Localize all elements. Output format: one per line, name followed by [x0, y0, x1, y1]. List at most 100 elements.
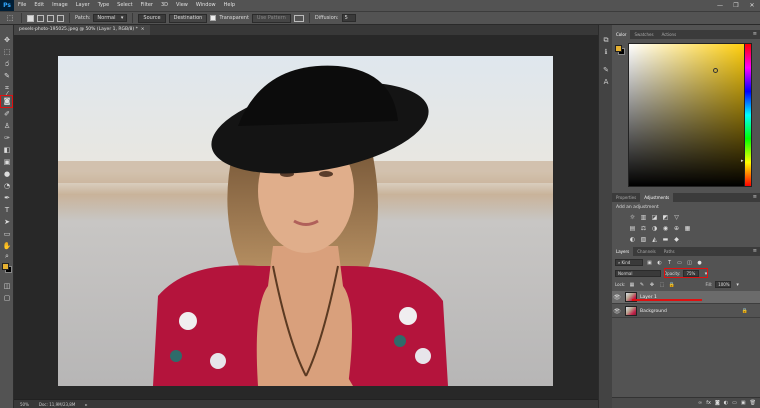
layer-row-background[interactable]: 👁 Background 🔒 [612, 305, 760, 318]
posterize-icon[interactable]: ▧ [639, 235, 648, 243]
lock-pixels-icon[interactable]: ✎ [638, 281, 645, 288]
hue-saturation-icon[interactable]: ▤ [628, 224, 637, 232]
layer-row-layer-1[interactable]: 👁 Layer 1 [612, 291, 760, 304]
type-tool-icon[interactable]: T [2, 205, 12, 215]
filter-type-icon[interactable]: T [666, 259, 673, 266]
blur-tool-icon[interactable]: ● [2, 169, 12, 179]
menu-window[interactable]: Window [192, 0, 220, 11]
tab-paths[interactable]: Paths [660, 247, 679, 256]
link-layers-icon[interactable]: ∞ [698, 400, 702, 406]
minimize-button[interactable]: — [712, 0, 728, 11]
shape-tool-icon[interactable]: ▭ [2, 229, 12, 239]
patch-mode-select[interactable]: Normal ▾ [93, 14, 128, 22]
canvas-area[interactable] [14, 35, 598, 399]
diffusion-input[interactable]: 5 [341, 14, 356, 22]
menu-file[interactable]: File [14, 0, 30, 11]
subtract-selection-icon[interactable] [47, 14, 54, 22]
color-picker-cursor[interactable] [713, 68, 718, 73]
brush-settings-icon[interactable]: ✎ [601, 65, 611, 75]
channel-mixer-icon[interactable]: ⊕ [672, 224, 681, 232]
character-icon[interactable]: A [601, 77, 611, 87]
threshold-icon[interactable]: ◭ [650, 235, 659, 243]
path-select-tool-icon[interactable]: ➤ [2, 217, 12, 227]
menu-type[interactable]: Type [94, 0, 113, 11]
patch-tool-preset-icon[interactable]: ⬚ [4, 13, 16, 23]
foreground-color-swatch[interactable] [2, 263, 9, 270]
menu-select[interactable]: Select [113, 0, 136, 11]
color-lookup-icon[interactable]: ▦ [683, 224, 692, 232]
menu-help[interactable]: Help [220, 0, 239, 11]
brush-tool-icon[interactable]: ✐ [2, 109, 12, 119]
lock-all-icon[interactable]: 🔒 [668, 281, 675, 288]
use-pattern-button[interactable]: Use Pattern [251, 13, 291, 23]
hue-slider-handle-icon[interactable]: ▸ [741, 158, 744, 164]
adjustment-layer-icon[interactable]: ◐ [724, 400, 728, 406]
gradient-map-icon[interactable]: ▬ [661, 235, 670, 243]
tab-properties[interactable]: Properties [612, 193, 640, 202]
lock-icon[interactable]: 🔒 [742, 308, 748, 314]
filter-shape-icon[interactable]: ▭ [676, 259, 683, 266]
eraser-tool-icon[interactable]: ◧ [2, 145, 12, 155]
document-photo[interactable] [58, 56, 553, 386]
screen-mode-icon[interactable]: ▢ [2, 293, 12, 303]
zoom-tool-icon[interactable]: ⌕ [2, 251, 12, 261]
panel-menu-icon[interactable]: ≡ [753, 193, 757, 202]
add-mask-icon[interactable]: ◙ [715, 400, 720, 406]
delete-layer-icon[interactable]: 🗑 [750, 400, 756, 406]
marquee-tool-icon[interactable]: ⬚ [2, 47, 12, 57]
hue-slider[interactable] [744, 43, 752, 187]
hand-tool-icon[interactable]: ✋ [2, 241, 12, 251]
tab-channels[interactable]: Channels [633, 247, 660, 256]
tab-layers[interactable]: Layers [612, 247, 634, 256]
filter-toggle-icon[interactable]: ● [696, 259, 703, 266]
move-tool-icon[interactable]: ✥ [2, 35, 12, 45]
intersect-selection-icon[interactable] [57, 14, 64, 22]
visibility-eye-icon[interactable]: 👁 [612, 305, 622, 318]
panel-menu-icon[interactable]: ≡ [753, 247, 757, 256]
layer-style-icon[interactable]: fx [706, 400, 711, 406]
selective-color-icon[interactable]: ◆ [672, 235, 681, 243]
restore-button[interactable]: ❐ [728, 0, 744, 11]
vibrance-icon[interactable]: ▽ [672, 213, 681, 221]
pen-tool-icon[interactable]: ✒ [2, 193, 12, 203]
filter-adjustment-icon[interactable]: ◐ [656, 259, 663, 266]
tab-adjustments[interactable]: Adjustments [640, 193, 674, 202]
foreground-color-swatch[interactable] [615, 45, 622, 52]
fill-input[interactable]: 100% [715, 281, 732, 288]
clone-stamp-tool-icon[interactable]: ♙ [2, 121, 12, 131]
menu-image[interactable]: Image [48, 0, 72, 11]
new-selection-icon[interactable] [27, 14, 34, 22]
document-tab[interactable]: pexels-photo-195025.jpeg @ 50% (Layer 1,… [14, 25, 150, 35]
close-button[interactable]: ✕ [744, 0, 760, 11]
lasso-tool-icon[interactable]: ර [2, 59, 12, 69]
panel-menu-icon[interactable]: ≡ [753, 30, 757, 39]
gradient-tool-icon[interactable]: ▣ [2, 157, 12, 167]
status-arrow-icon[interactable]: ▸ [85, 402, 87, 407]
zoom-level[interactable]: 50% [20, 402, 29, 407]
menu-3d[interactable]: 3D [157, 0, 172, 11]
invert-icon[interactable]: ◐ [628, 235, 637, 243]
close-tab-icon[interactable]: × [139, 27, 145, 32]
layer-filter-select[interactable]: ⌕ Kind [615, 259, 643, 266]
new-layer-icon[interactable]: ▣ [741, 400, 746, 406]
quick-select-tool-icon[interactable]: ✎ [2, 71, 12, 81]
pattern-swatch-icon[interactable] [293, 14, 304, 22]
exposure-icon[interactable]: ◩ [661, 213, 670, 221]
menu-edit[interactable]: Edit [30, 0, 48, 11]
dodge-tool-icon[interactable]: ◔ [2, 181, 12, 191]
photo-filter-icon[interactable]: ◉ [661, 224, 670, 232]
lock-transparency-icon[interactable]: ▦ [628, 281, 635, 288]
brightness-contrast-icon[interactable]: ☼ [628, 213, 637, 221]
color-balance-icon[interactable]: ⚖ [639, 224, 648, 232]
menu-filter[interactable]: Filter [137, 0, 157, 11]
lock-artboard-icon[interactable]: ⬚ [658, 281, 665, 288]
levels-icon[interactable]: ▥ [639, 213, 648, 221]
blend-mode-select[interactable]: Normal [615, 270, 661, 277]
visibility-eye-icon[interactable]: 👁 [612, 291, 622, 304]
properties-icon[interactable]: ℹ [601, 47, 611, 57]
chevron-down-icon[interactable]: ▾ [734, 281, 741, 288]
curves-icon[interactable]: ◪ [650, 213, 659, 221]
lock-position-icon[interactable]: ✥ [648, 281, 655, 288]
add-to-selection-icon[interactable] [37, 14, 44, 22]
tab-color[interactable]: Color [612, 30, 631, 39]
